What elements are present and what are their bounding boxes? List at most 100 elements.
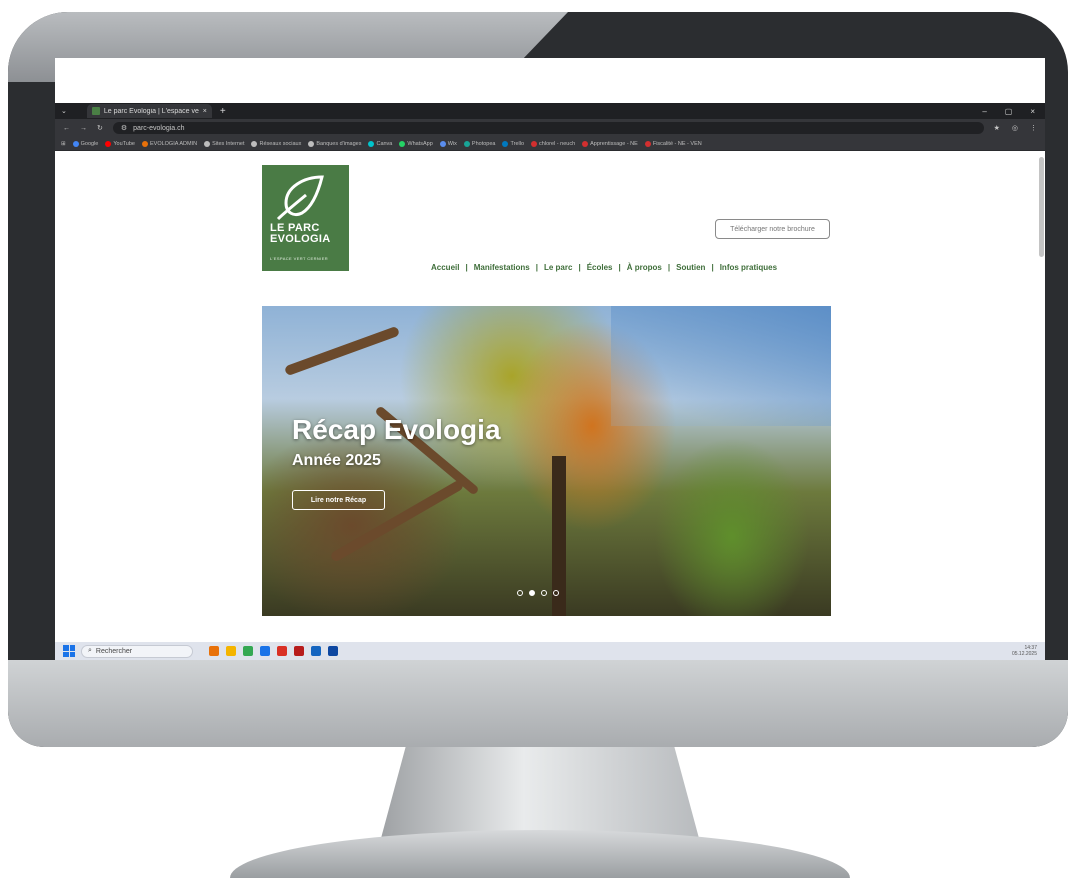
slider-dots — [517, 590, 559, 596]
address-bar[interactable]: ⚙ parc-evologia.ch — [112, 122, 984, 134]
bookmark-favicon-icon — [204, 140, 211, 147]
logo-line-2: EVOLOGIA — [270, 233, 331, 245]
slider-dot[interactable] — [553, 590, 559, 596]
bookmark-label: YouTube — [113, 140, 135, 147]
apps-grid-icon[interactable]: ⊞ — [61, 141, 66, 147]
bookmark-favicon-icon — [105, 140, 112, 147]
read-recap-button[interactable]: Lire notre Récap — [292, 490, 385, 510]
bookmark-label: Photopea — [471, 140, 496, 147]
bookmark-favicon-icon — [368, 140, 375, 147]
nav-link[interactable]: Écoles — [587, 263, 613, 272]
tab-close-icon[interactable]: × — [203, 108, 207, 115]
taskbar-search-placeholder: Rechercher — [95, 647, 133, 655]
bookmark-label: Apprentissage - NE — [590, 140, 638, 147]
leaf-logo-icon — [276, 175, 324, 221]
slider-dot[interactable] — [529, 590, 535, 596]
profile-icon[interactable]: ◎ — [1012, 124, 1018, 132]
taskbar-app-icon[interactable] — [226, 646, 236, 656]
reload-icon[interactable]: ↻ — [97, 124, 103, 132]
bookmark-item[interactable]: Trello — [502, 140, 524, 147]
bookmark-item[interactable]: Réseaux sociaux — [251, 140, 302, 147]
taskbar-app-icon[interactable] — [294, 646, 304, 656]
bookmark-label: Google — [80, 140, 99, 147]
bookmarks-bar: ⊞ Google YouTube EVOLOGIA ADMIN Sites Inter… — [55, 137, 1045, 151]
windows-start-icon[interactable] — [63, 645, 75, 657]
nav-link[interactable]: À propos — [627, 263, 662, 272]
nav-separator: | — [535, 263, 538, 272]
bookmark-favicon-icon — [399, 140, 406, 147]
taskbar-app-icon[interactable] — [260, 646, 270, 656]
menu-kebab-icon[interactable]: ⋮ — [1030, 124, 1037, 132]
logo-text: LE PARC EVOLOGIA — [270, 223, 330, 245]
maximize-button[interactable]: ▢ — [1005, 107, 1013, 116]
hero-branch-1 — [283, 325, 401, 377]
monitor-stand-base — [230, 830, 850, 878]
minimize-button[interactable]: – — [982, 107, 986, 116]
nav-link[interactable]: Soutien — [676, 263, 705, 272]
taskbar-app-icon[interactable] — [311, 646, 321, 656]
hero-title: Récap Evologia — [292, 414, 501, 445]
logo-tagline: L'ESPACE VERT CERNIER — [270, 256, 329, 261]
hero-slider: Récap Evologia Année 2025 Lire notre Réc… — [262, 306, 831, 616]
bookmark-label: Réseaux sociaux — [259, 140, 302, 147]
bookmark-item[interactable]: Banques d'images — [308, 140, 362, 147]
nav-link[interactable]: Manifestations — [474, 263, 530, 272]
bookmark-item[interactable]: WhatsApp — [399, 140, 433, 147]
bookmark-item[interactable]: chlorel - neuch — [531, 140, 575, 147]
new-tab-button[interactable]: + — [220, 106, 226, 117]
taskbar-search[interactable]: ⌕ Rechercher — [81, 644, 193, 658]
monitor-stand-neck — [380, 747, 700, 842]
web-page: LE PARC EVOLOGIA L'ESPACE VERT CERNIER T… — [55, 151, 1045, 642]
nav-separator: | — [465, 263, 468, 272]
close-window-button[interactable]: × — [1030, 107, 1035, 116]
bookmark-label: Sites Internet — [212, 140, 245, 147]
download-brochure-button[interactable]: Télécharger notre brochure — [715, 219, 830, 239]
bookmark-item[interactable]: Photopea — [463, 140, 496, 147]
nav-separator: | — [667, 263, 671, 272]
bookmark-item[interactable]: Sites Internet — [204, 140, 245, 147]
taskbar-app-icon[interactable] — [328, 646, 338, 656]
browser-tab-active[interactable]: Le parc Evologia | L'espace vert × — [86, 104, 212, 118]
taskbar-app-icon[interactable] — [209, 646, 219, 656]
bookmark-favicon-icon — [531, 140, 538, 147]
bookmark-item[interactable]: YouTube — [105, 140, 135, 147]
nav-link[interactable]: Le parc — [544, 263, 572, 272]
bookmark-favicon-icon — [251, 140, 258, 147]
taskbar-app-icon[interactable] — [243, 646, 253, 656]
bookmark-item[interactable]: Apprentissage - NE — [582, 140, 638, 147]
bookmark-label: Canva — [376, 140, 393, 147]
bookmark-item[interactable]: Canva — [368, 140, 393, 147]
toolbar-right-icons: ★ ◎ ⋮ — [994, 124, 1037, 132]
nav-separator: | — [578, 263, 581, 272]
hero-subtitle: Année 2025 — [292, 452, 381, 469]
forward-arrow-icon[interactable]: → — [80, 125, 87, 132]
bookmark-item[interactable]: Google — [72, 140, 99, 147]
bookmark-label: WhatsApp — [407, 140, 433, 147]
tab-search-icon[interactable]: ⌄ — [61, 107, 67, 115]
bookmark-star-icon[interactable]: ★ — [994, 124, 1000, 132]
back-arrow-icon[interactable]: ← — [63, 125, 70, 132]
bookmark-item[interactable]: Wix — [439, 140, 457, 147]
site-logo[interactable]: LE PARC EVOLOGIA L'ESPACE VERT CERNIER — [262, 165, 349, 271]
bookmark-item[interactable]: Fiscalité - NE - VEN — [644, 140, 702, 147]
slider-dot[interactable] — [541, 590, 547, 596]
search-icon: ⌕ — [88, 647, 92, 654]
bookmark-label: Fiscalité - NE - VEN — [652, 140, 702, 147]
bookmark-item[interactable]: EVOLOGIA ADMIN — [141, 140, 197, 147]
nav-link[interactable]: Accueil — [431, 263, 459, 272]
taskbar-clock[interactable]: 14:37 05.12.2025 — [1012, 645, 1037, 657]
nav-link[interactable]: Infos pratiques — [720, 263, 777, 272]
monitor-mockup: ⌄ Le parc Evologia | L'espace vert × + –… — [0, 0, 1074, 878]
bookmark-label: Wix — [447, 140, 457, 147]
bookmark-favicon-icon — [644, 140, 651, 147]
bookmark-favicon-icon — [439, 140, 446, 147]
browser-toolbar: ← → ↻ ⚙ parc-evologia.ch ★ ◎ ⋮ — [55, 119, 1045, 137]
slider-dot[interactable] — [517, 590, 523, 596]
taskbar-app-icon[interactable] — [277, 646, 287, 656]
site-info-icon[interactable]: ⚙ — [121, 124, 127, 132]
bookmark-label: Banques d'images — [316, 140, 362, 147]
url-text: parc-evologia.ch — [133, 124, 185, 132]
tab-title: Le parc Evologia | L'espace vert — [103, 107, 199, 115]
page-scrollbar[interactable] — [1039, 157, 1044, 257]
bookmark-favicon-icon — [502, 140, 509, 147]
